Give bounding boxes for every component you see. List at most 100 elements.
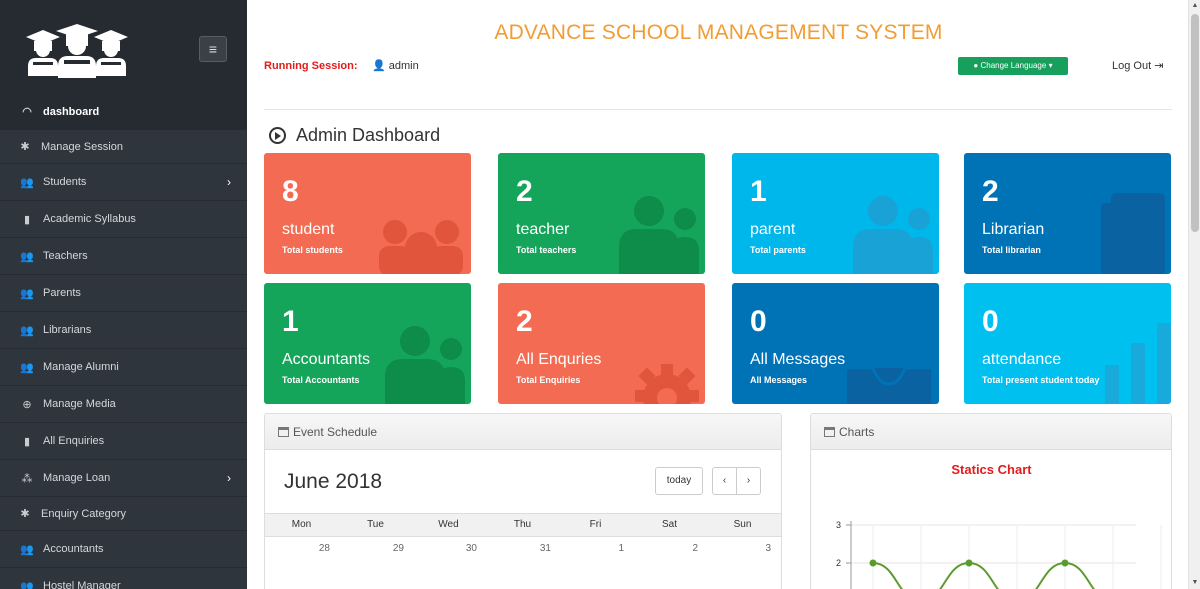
- sidebar-item-academic-syllabus[interactable]: ▮ Academic Syllabus: [0, 201, 247, 238]
- globe-icon: ●: [973, 61, 979, 70]
- gear-icon: ✱: [20, 508, 30, 520]
- sidebar-item-manage-alumni[interactable]: 👥 Manage Alumni: [0, 349, 247, 386]
- sidebar-item-students[interactable]: 👥 Students ›: [0, 164, 247, 201]
- series-line: [872, 561, 1095, 589]
- weekday-label: Mon: [291, 519, 312, 530]
- logout-label: Log Out: [1112, 60, 1152, 72]
- event-schedule-panel: Event Schedule June 2018 today ‹ › Mon T…: [264, 413, 782, 589]
- sidebar-item-all-enquiries[interactable]: ▮ All Enquiries: [0, 423, 247, 460]
- sidebar-item-label: Students: [43, 176, 87, 188]
- sidebar-item-accountants[interactable]: 👥 Accountants: [0, 531, 247, 568]
- users-icon: 👥: [20, 543, 34, 556]
- sidebar-item-label: Accountants: [43, 543, 104, 555]
- stat-sub: Total present student today: [982, 375, 1100, 385]
- stat-label: All Enquries: [516, 351, 602, 368]
- globe-icon: ⊕: [22, 398, 32, 411]
- calendar-day[interactable]: 29: [339, 543, 412, 554]
- next-month-button[interactable]: ›: [736, 467, 761, 495]
- users-bg-icon: [385, 326, 465, 404]
- sidebar-item-label: Manage Media: [43, 398, 116, 410]
- charts-panel: Charts Statics Chart 32: [810, 413, 1172, 589]
- sidebar-item-label: Hostel Manager: [43, 580, 121, 589]
- sidebar-item-label: dashboard: [43, 105, 100, 118]
- stat-label: Accountants: [282, 351, 371, 368]
- book-icon: ▮: [23, 435, 31, 448]
- sidebar-item-hostel-manager[interactable]: 👥 Hostel Manager: [0, 568, 247, 589]
- page-title-text: Admin Dashboard: [296, 125, 441, 145]
- sidebar-item-parents[interactable]: 👥 Parents: [0, 275, 247, 312]
- weekday-label: Thu: [513, 519, 532, 530]
- logout-link[interactable]: Log Out ⇥: [1112, 59, 1163, 72]
- data-point[interactable]: [1061, 559, 1069, 567]
- sidebar-item-librarians[interactable]: 👥 Librarians: [0, 312, 247, 349]
- book-bg-icon: [1101, 193, 1165, 274]
- sidebar: ≡ ◠ dashboard ✱ Manage Session 👥 Student…: [0, 0, 247, 589]
- sidebar-item-label: Academic Syllabus: [43, 213, 136, 225]
- weekday-label: Fri: [589, 519, 602, 530]
- calendar-day[interactable]: 3: [706, 543, 779, 554]
- weekday-label: Tue: [367, 519, 384, 530]
- calendar-day[interactable]: 31: [486, 543, 559, 554]
- calendar-day[interactable]: 2: [633, 543, 706, 554]
- data-point[interactable]: [869, 559, 877, 567]
- users-icon: 👥: [20, 250, 34, 263]
- stat-card-students[interactable]: 8 student Total students: [264, 153, 471, 274]
- today-button[interactable]: today: [655, 467, 703, 495]
- data-point[interactable]: [965, 559, 973, 567]
- stat-sub: Total teachers: [516, 245, 577, 255]
- sidebar-item-manage-session[interactable]: ✱ Manage Session: [0, 130, 247, 164]
- stat-card-attendance[interactable]: 0 attendance Total present student today: [964, 283, 1171, 404]
- sidebar-item-label: Manage Loan: [43, 472, 111, 484]
- stat-card-parents[interactable]: 1 parent Total parents: [732, 153, 939, 274]
- stat-count: 0: [982, 305, 999, 338]
- stat-card-messages[interactable]: 0 All Messages All Messages: [732, 283, 939, 404]
- scroll-up-icon[interactable]: ▲: [1189, 0, 1200, 12]
- sidebar-item-manage-loan[interactable]: ⁂ Manage Loan ›: [0, 460, 247, 497]
- chevron-right-icon: ›: [227, 471, 231, 485]
- calendar-month: June 2018: [284, 470, 383, 493]
- change-language-button[interactable]: ● Change Language ▾: [958, 57, 1068, 75]
- weekday-label: Sun: [733, 519, 752, 530]
- sidebar-item-label: Enquiry Category: [41, 507, 126, 520]
- stat-sub: All Messages: [750, 375, 808, 385]
- panel-title: Event Schedule: [293, 424, 378, 439]
- stat-label: parent: [750, 221, 796, 238]
- sidebar-item-label: Parents: [43, 287, 81, 299]
- calendar-day[interactable]: 1: [559, 543, 632, 554]
- stat-count: 1: [282, 305, 299, 338]
- page-scrollbar[interactable]: ▲ ▼: [1188, 0, 1200, 589]
- stat-label: teacher: [516, 221, 570, 238]
- stat-count: 2: [982, 175, 999, 208]
- sidebar-item-teachers[interactable]: 👥 Teachers: [0, 238, 247, 275]
- app-title: ADVANCE SCHOOL MANAGEMENT SYSTEM: [494, 21, 943, 44]
- chart-title: Statics Chart: [951, 462, 1032, 477]
- scroll-thumb[interactable]: [1191, 14, 1199, 232]
- menu-toggle-button[interactable]: ≡: [199, 36, 227, 62]
- stat-label: student: [282, 221, 335, 238]
- stat-sub: Total students: [282, 245, 343, 255]
- gear-icon: ✱: [20, 141, 30, 153]
- stat-card-teachers[interactable]: 2 teacher Total teachers: [498, 153, 705, 274]
- sidebar-item-enquiry-category[interactable]: ✱ Enquiry Category: [0, 497, 247, 531]
- y-tick-label: 2: [836, 558, 841, 568]
- sidebar-item-dashboard[interactable]: ◠ dashboard: [0, 94, 247, 130]
- calendar-icon: [278, 426, 289, 437]
- arrow-circle-right-icon: [269, 127, 286, 144]
- stat-label: Librarian: [982, 221, 1045, 238]
- users-icon: 👥: [20, 361, 34, 374]
- scroll-down-icon[interactable]: ▼: [1189, 577, 1200, 589]
- users-icon: 👥: [20, 176, 34, 189]
- stat-card-librarian[interactable]: 2 Librarian Total librarian: [964, 153, 1171, 274]
- inbox-bg-icon: [847, 366, 931, 404]
- prev-month-button[interactable]: ‹: [712, 467, 737, 495]
- sidebar-item-manage-media[interactable]: ⊕ Manage Media: [0, 386, 247, 423]
- users-bg-icon: [853, 196, 933, 274]
- stat-card-enquiries[interactable]: 2 All Enquries Total Enquiries: [498, 283, 705, 404]
- stat-card-accountants[interactable]: 1 Accountants Total Accountants: [264, 283, 471, 404]
- calendar-day[interactable]: 30: [412, 543, 485, 554]
- users-icon: 👥: [20, 287, 34, 300]
- calendar-day[interactable]: 28: [265, 543, 338, 554]
- panel-header: Charts: [811, 414, 1171, 450]
- stat-count: 8: [282, 175, 299, 208]
- hamburger-icon: ≡: [208, 41, 218, 57]
